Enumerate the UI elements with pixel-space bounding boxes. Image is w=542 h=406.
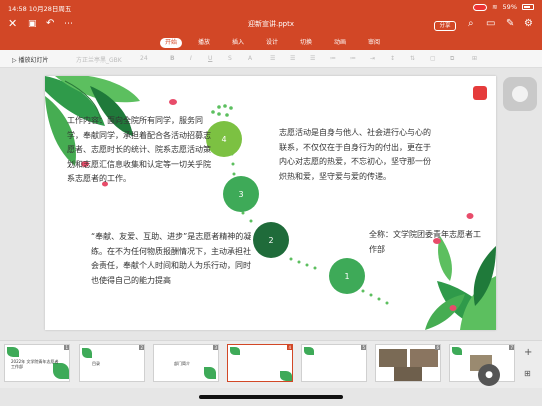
- floating-action-button[interactable]: [503, 77, 537, 111]
- search-icon[interactable]: ⌕: [468, 17, 474, 31]
- tab-animation[interactable]: 动画: [334, 38, 346, 48]
- screen-recording-icon: [473, 3, 488, 11]
- battery-percent: 59%: [502, 3, 517, 11]
- toolbar: ▷ 播放幻灯片 方正兰亭黑_GBK 24 B I U S A ☰ ☰ ☰ ≔ ≔…: [0, 50, 542, 68]
- tab-design[interactable]: 设计: [266, 38, 278, 48]
- slide-thumbnail-2[interactable]: 目录 2: [79, 344, 145, 382]
- step-number-4: 4: [221, 135, 226, 144]
- home-indicator: [199, 395, 343, 399]
- tab-insert[interactable]: 插入: [232, 38, 244, 48]
- slide-thumbnail-3[interactable]: 部门简介 3: [153, 344, 219, 382]
- grid-view-icon[interactable]: ⊞: [524, 369, 531, 378]
- text-motto[interactable]: “奉献、友爱、互助、进步”是志愿者精神的凝练。在不为任何物质报酬情况下，主动承担…: [91, 230, 255, 288]
- step-number-1: 1: [344, 272, 349, 281]
- battery-icon: [522, 4, 534, 10]
- app-logo-icon: [473, 86, 487, 100]
- window-icon[interactable]: ▭: [486, 17, 495, 31]
- add-slide-icon[interactable]: +: [524, 347, 532, 358]
- title-bar: ✕ ▣ ↶ ⋯ 迎新宣讲.pptx 分享 ⌕ ▭ ✎ ⚙: [0, 14, 542, 36]
- font-name-field[interactable]: 方正兰亭黑_GBK: [76, 55, 122, 64]
- tab-transition[interactable]: 切换: [300, 38, 312, 48]
- document-title: 迎新宣讲.pptx: [248, 20, 294, 28]
- bullets-button[interactable]: ≔: [330, 55, 336, 62]
- align-left-button[interactable]: ☰: [270, 55, 275, 62]
- slide-thumbnail-6[interactable]: 6: [375, 344, 441, 382]
- ribbon-tabs: 开始 播放 插入 设计 切换 动画 审阅: [0, 36, 542, 50]
- text-volunteer-spirit[interactable]: 志愿活动是自身与他人、社会进行心与心的联系，不仅仅在于自身行为的付出，更在于内心…: [279, 126, 437, 184]
- current-slide[interactable]: 4 3 2 1 工作内容：面向全院所有同学，服务同学，奉献同学，承担着配合各活动…: [45, 76, 496, 330]
- tab-home[interactable]: 开始: [160, 38, 183, 48]
- slide-thumbnail-1[interactable]: 2022年 文学院青年志愿者工作部 1: [4, 344, 70, 382]
- status-bar: 14:58 10月28日周五 ≋ 59%: [0, 0, 542, 14]
- indent-button[interactable]: ⇥: [370, 55, 375, 62]
- align-right-button[interactable]: ☰: [310, 55, 315, 62]
- edit-icon[interactable]: ✎: [506, 17, 514, 31]
- step-number-3: 3: [238, 190, 243, 199]
- tab-review[interactable]: 审阅: [368, 38, 380, 48]
- new-slide-button[interactable]: ⊞: [472, 55, 477, 62]
- share-button[interactable]: 分享: [434, 21, 456, 31]
- step-number-2: 2: [268, 236, 273, 245]
- play-slideshow-button[interactable]: ▷ 播放幻灯片: [12, 55, 49, 64]
- status-time: 14:58 10月28日周五: [8, 5, 72, 13]
- text-direction-button[interactable]: ⇅: [410, 55, 415, 62]
- line-spacing-button[interactable]: ↕: [390, 55, 395, 62]
- tab-play[interactable]: 播放: [198, 38, 210, 48]
- microphone-icon[interactable]: ●: [478, 364, 500, 386]
- text-work-content[interactable]: 工作内容：面向全院所有同学，服务同学，奉献同学，承担着配合各活动招募志愿者、志愿…: [67, 114, 211, 187]
- numbering-button[interactable]: ≔: [350, 55, 356, 62]
- slide-thumbnail-4[interactable]: 4: [227, 344, 293, 382]
- settings-icon[interactable]: ⚙: [524, 17, 533, 31]
- wifi-icon: ≋: [492, 3, 498, 11]
- shape-button[interactable]: ▢: [430, 55, 436, 62]
- underline-button[interactable]: U: [208, 55, 212, 62]
- text-full-name[interactable]: 全称：文学院团委青年志愿者工作部: [369, 228, 481, 257]
- font-size-field[interactable]: 24: [140, 55, 148, 62]
- bold-button[interactable]: B: [170, 55, 175, 62]
- slide-canvas: 4 3 2 1 工作内容：面向全院所有同学，服务同学，奉献同学，承担着配合各活动…: [0, 68, 542, 340]
- align-center-button[interactable]: ☰: [290, 55, 295, 62]
- strikethrough-button[interactable]: S: [228, 55, 232, 62]
- slide-thumbnail-5[interactable]: 5: [301, 344, 367, 382]
- slide-thumbnail-strip: 2022年 文学院青年志愿者工作部 1 目录 2 部门简介 3 4 5 6 7 …: [0, 340, 542, 388]
- italic-button[interactable]: I: [190, 55, 192, 62]
- arrange-button[interactable]: ⧉: [450, 55, 454, 63]
- font-color-button[interactable]: A: [248, 55, 252, 62]
